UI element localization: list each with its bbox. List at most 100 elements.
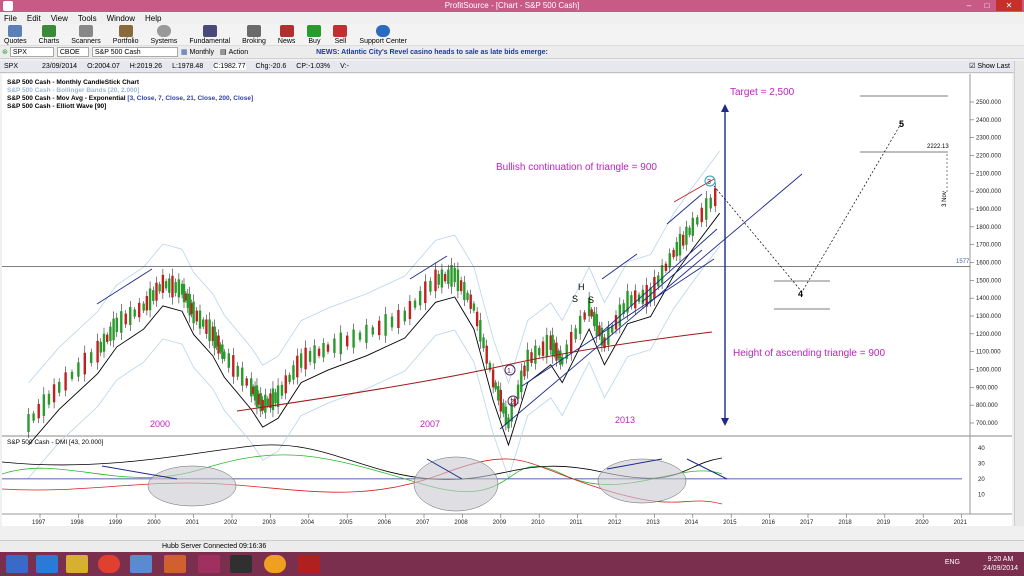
shaded-ellipse-2013 bbox=[597, 458, 687, 504]
app-icon-1[interactable] bbox=[130, 555, 152, 573]
x-tick-label: 2020 bbox=[915, 520, 929, 526]
maximize-button[interactable]: □ bbox=[978, 0, 996, 11]
support-center-button[interactable]: Support Center bbox=[359, 25, 407, 45]
profitsource-taskbar-icon[interactable] bbox=[298, 555, 320, 573]
candle-body bbox=[570, 331, 573, 354]
app-icon-3[interactable] bbox=[198, 555, 220, 573]
period-dropdown[interactable]: Monthly bbox=[190, 49, 215, 56]
candle-body bbox=[52, 384, 56, 403]
title-bar: ProfitSource - [Chart - S&P 500 Cash] – … bbox=[0, 0, 1024, 12]
x-tick-label: 2006 bbox=[378, 520, 392, 526]
minimize-button[interactable]: – bbox=[960, 0, 978, 11]
y-tick-label: 1200.000 bbox=[976, 332, 1002, 338]
trend-line bbox=[499, 173, 803, 430]
app-icon-2[interactable] bbox=[164, 555, 186, 573]
candle-body bbox=[276, 385, 280, 408]
quotes-icon bbox=[8, 25, 23, 37]
scanners-button[interactable]: Scanners bbox=[71, 25, 101, 45]
chart-area[interactable]: 2500.000 2400.000 2300.000 2200.000 2100.000… bbox=[1, 74, 1012, 526]
explorer-icon[interactable] bbox=[66, 555, 88, 573]
news-button[interactable]: News bbox=[278, 25, 295, 45]
buy-button[interactable]: Buy bbox=[307, 25, 322, 45]
menu-help[interactable]: Help bbox=[145, 14, 161, 23]
candle-body bbox=[714, 188, 717, 207]
help-icon bbox=[376, 25, 391, 37]
close-button[interactable]: ✕ bbox=[996, 0, 1022, 11]
news-ticker[interactable]: NEWS: Atlantic City's Revel casino heads… bbox=[316, 49, 548, 56]
candle-body bbox=[453, 267, 456, 283]
candle-body bbox=[47, 393, 51, 405]
candle-body bbox=[129, 307, 132, 325]
menu-window[interactable]: Window bbox=[107, 14, 135, 23]
candle-body bbox=[653, 276, 656, 299]
language-indicator[interactable]: ENG bbox=[945, 559, 960, 566]
candle-body bbox=[682, 234, 685, 246]
wave-number: 3 bbox=[707, 179, 711, 186]
y-tick-label: 2000.000 bbox=[976, 189, 1002, 195]
price-1577-label: 1577 bbox=[956, 259, 970, 265]
candle-body bbox=[378, 320, 381, 336]
x-tick-label: 2009 bbox=[493, 520, 507, 526]
candle-body bbox=[202, 319, 205, 327]
candle-body bbox=[133, 309, 136, 317]
app-icon bbox=[3, 1, 13, 11]
clock-time: 9:20 AM bbox=[987, 556, 1014, 563]
charts-button[interactable]: Charts bbox=[39, 25, 59, 45]
candle-body bbox=[96, 340, 99, 363]
y-tick-label: 1400.000 bbox=[976, 296, 1002, 302]
quote-volume: V:- bbox=[340, 63, 349, 70]
x-tick-label: 2005 bbox=[339, 520, 353, 526]
candle-body bbox=[534, 345, 537, 364]
systems-button[interactable]: Systems bbox=[150, 25, 177, 45]
candle-body bbox=[437, 274, 440, 285]
candle-body bbox=[463, 282, 466, 301]
app-icon-4[interactable] bbox=[230, 555, 252, 573]
candle-body bbox=[313, 345, 316, 364]
chrome-icon[interactable] bbox=[98, 555, 120, 573]
system-clock[interactable]: 9:20 AM 24/09/2014 bbox=[983, 555, 1018, 573]
bollinger-lower bbox=[28, 245, 720, 480]
x-tick-label: 2017 bbox=[800, 520, 814, 526]
taskbar: ENG 9:20 AM 24/09/2014 bbox=[0, 552, 1024, 576]
exchange-field[interactable]: CBOE bbox=[56, 47, 89, 57]
quotes-button[interactable]: Quotes bbox=[4, 25, 27, 45]
target-arrow-up bbox=[721, 104, 729, 112]
candle-body bbox=[90, 352, 93, 364]
candle-body bbox=[266, 398, 270, 406]
sell-icon bbox=[333, 25, 348, 37]
quote-date: 23/09/2014 bbox=[42, 63, 78, 70]
symbol-input[interactable]: SPX bbox=[9, 47, 54, 57]
ie-icon[interactable] bbox=[36, 555, 58, 573]
legend-elliott: S&P 500 Cash - Elliott Wave [90] bbox=[7, 103, 107, 110]
x-tick-label: 2000 bbox=[147, 520, 161, 526]
menu-file[interactable]: File bbox=[4, 14, 17, 23]
y-tick-label: 2200.000 bbox=[976, 154, 1002, 160]
trend-line bbox=[96, 268, 153, 305]
menu-view[interactable]: View bbox=[51, 14, 68, 23]
menu-tools[interactable]: Tools bbox=[78, 14, 97, 23]
candle-body bbox=[479, 320, 482, 342]
candle-body bbox=[447, 269, 450, 284]
price-chart[interactable]: 2500.000 2400.000 2300.000 2200.000 2100.000… bbox=[1, 74, 1012, 526]
vertical-scrollbar[interactable] bbox=[1014, 61, 1024, 526]
menu-edit[interactable]: Edit bbox=[27, 14, 41, 23]
app-icon-5[interactable] bbox=[264, 555, 286, 573]
start-icon[interactable] bbox=[6, 555, 28, 573]
y-tick-label: 1000.000 bbox=[976, 368, 1002, 374]
candle-body bbox=[264, 394, 267, 413]
quote-low: L:1978.48 bbox=[172, 63, 204, 70]
action-menu[interactable]: Action bbox=[229, 49, 248, 56]
candle-body bbox=[352, 329, 355, 348]
candle-body bbox=[322, 342, 325, 358]
candle-body bbox=[168, 278, 171, 293]
scanners-icon bbox=[78, 25, 93, 37]
show-last-checkbox[interactable]: ☑ Show Last bbox=[969, 62, 1020, 70]
candle-body bbox=[124, 313, 127, 325]
security-name-field[interactable]: S&P 500 Cash bbox=[91, 47, 178, 57]
candle-body bbox=[678, 233, 682, 256]
fundamental-button[interactable]: Fundamental bbox=[189, 25, 230, 45]
broking-button[interactable]: Broking bbox=[242, 25, 266, 45]
sell-button[interactable]: Sell bbox=[333, 25, 348, 45]
quote-change: Chg:-20.6 bbox=[255, 63, 287, 70]
portfolio-button[interactable]: Portfolio bbox=[113, 25, 138, 45]
